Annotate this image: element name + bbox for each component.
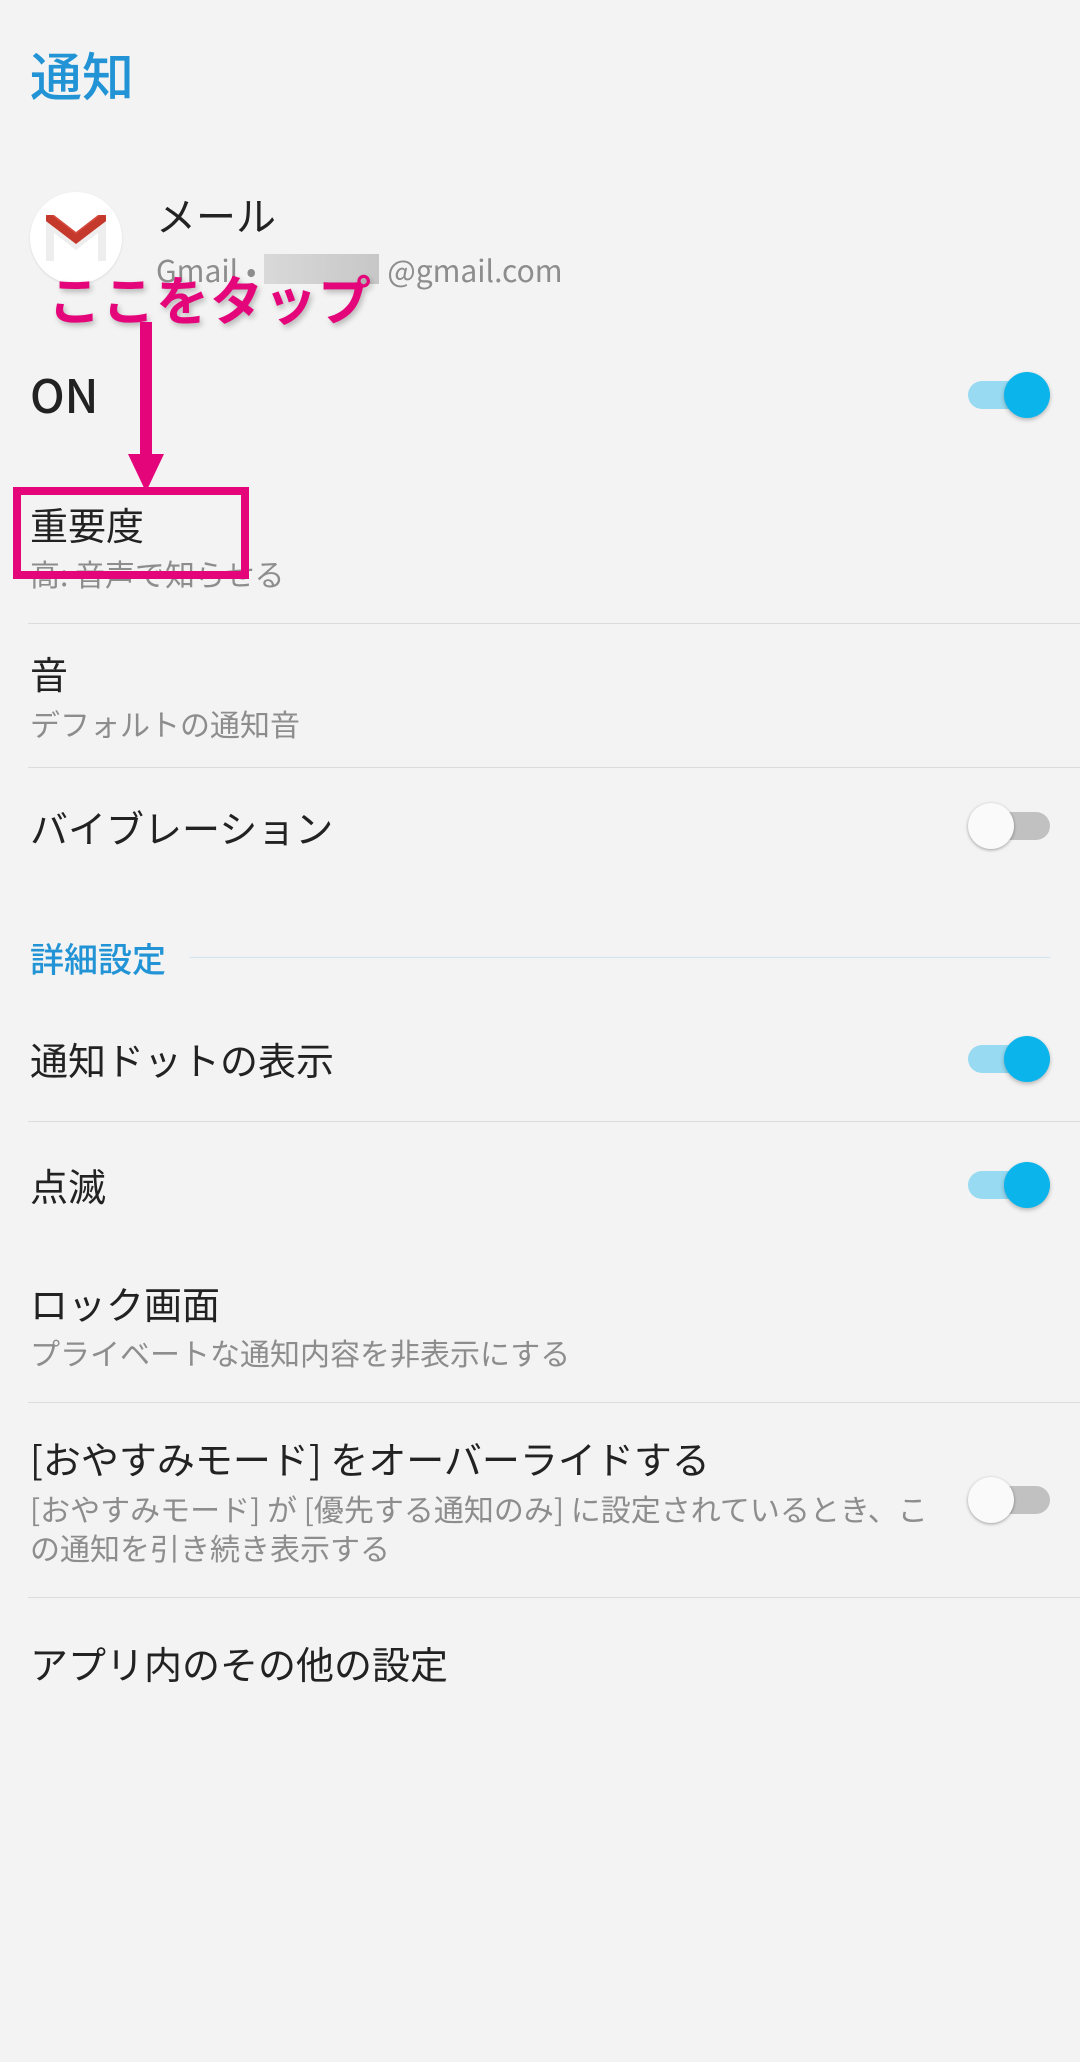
dnd-override-title: [おやすみモード] をオーバーライドする xyxy=(30,1433,944,1482)
notification-dot-title: 通知ドットの表示 xyxy=(30,1034,968,1083)
notification-dot-row[interactable]: 通知ドットの表示 xyxy=(0,996,1080,1121)
app-identity-row: メール Gmail • @gmail.com xyxy=(0,121,1080,321)
lock-screen-sub: プライベートな通知内容を非表示にする xyxy=(30,1333,1050,1372)
importance-sub: 高: 音声で知らせる xyxy=(30,554,1050,593)
account-suffix: @gmail.com xyxy=(387,247,562,291)
vibration-switch[interactable] xyxy=(968,803,1050,849)
app-name: メール xyxy=(156,185,563,243)
advanced-section-line xyxy=(190,957,1050,958)
vibration-title: バイブレーション xyxy=(30,802,968,851)
account-prefix: Gmail xyxy=(156,247,238,291)
sound-row[interactable]: 音 デフォルトの通知音 xyxy=(0,624,1080,766)
gmail-app-icon xyxy=(30,192,122,284)
notification-dot-switch[interactable] xyxy=(968,1036,1050,1082)
notifications-on-row[interactable]: ON xyxy=(0,321,1080,469)
account-separator: • xyxy=(246,247,256,291)
dnd-override-sub: [おやすみモード] が [優先する通知のみ] に設定されているとき、この通知を引… xyxy=(30,1489,944,1567)
blink-title: 点滅 xyxy=(30,1160,968,1209)
on-label: ON xyxy=(30,365,968,425)
sound-title: 音 xyxy=(30,648,1050,697)
sound-sub: デフォルトの通知音 xyxy=(30,704,1050,743)
dnd-override-row[interactable]: [おやすみモード] をオーバーライドする [おやすみモード] が [優先する通知… xyxy=(0,1403,1080,1596)
importance-title: 重要度 xyxy=(30,499,1050,548)
app-account: Gmail • @gmail.com xyxy=(156,247,563,291)
blink-switch[interactable] xyxy=(968,1162,1050,1208)
in-app-other-settings-row[interactable]: アプリ内のその他の設定 xyxy=(0,1598,1080,1727)
dnd-override-switch[interactable] xyxy=(968,1477,1050,1523)
in-app-other-settings-title: アプリ内のその他の設定 xyxy=(30,1638,1050,1687)
page-title: 通知 xyxy=(0,0,1080,121)
advanced-section-label: 詳細設定 xyxy=(30,933,166,982)
importance-row[interactable]: 重要度 高: 音声で知らせる xyxy=(0,469,1080,623)
gmail-envelope-icon xyxy=(46,215,106,261)
lock-screen-row[interactable]: ロック画面 プライベートな通知内容を非表示にする xyxy=(0,1248,1080,1402)
advanced-section-header: 詳細設定 xyxy=(0,885,1080,996)
lock-screen-title: ロック画面 xyxy=(30,1278,1050,1327)
account-redacted-part xyxy=(264,254,379,284)
vibration-row[interactable]: バイブレーション xyxy=(0,768,1080,885)
notifications-on-switch[interactable] xyxy=(968,372,1050,418)
blink-row[interactable]: 点滅 xyxy=(0,1122,1080,1247)
